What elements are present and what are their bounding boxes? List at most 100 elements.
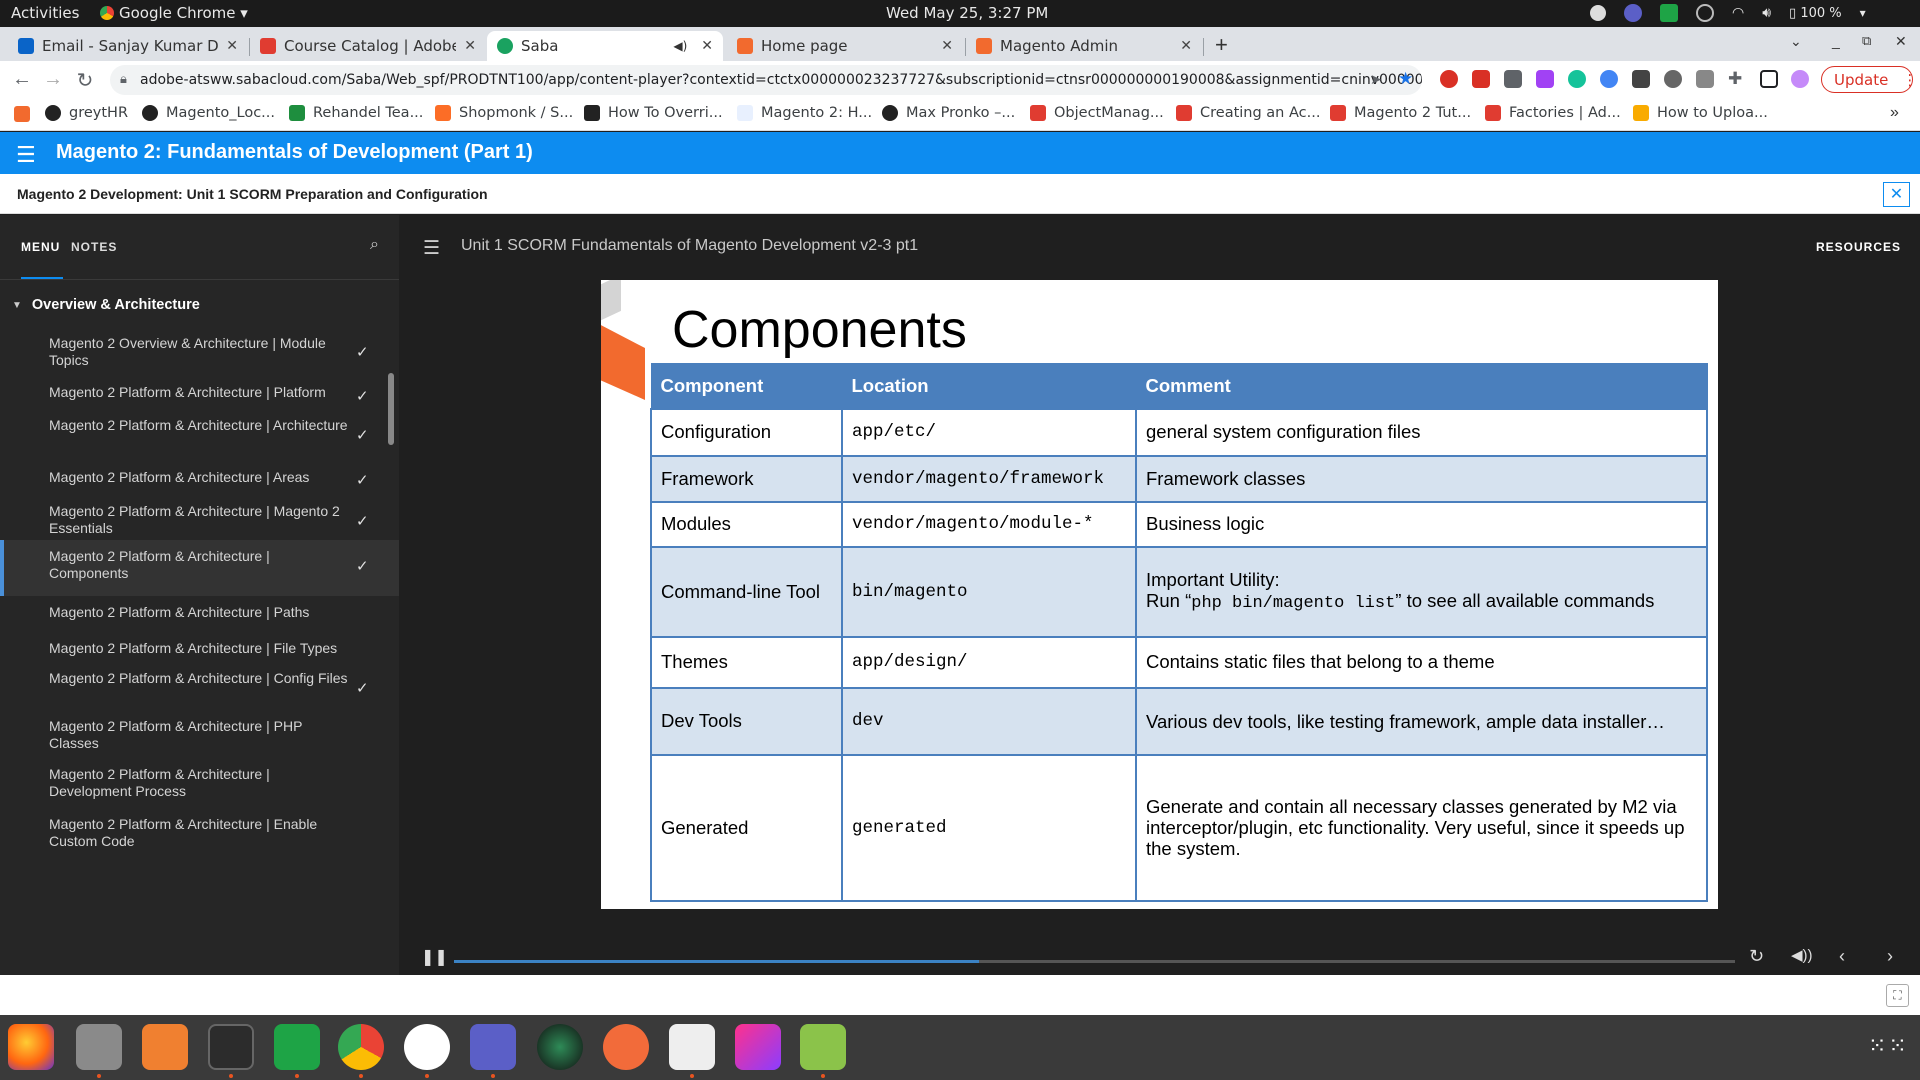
grammarly-icon[interactable]: [1568, 70, 1586, 88]
table-cell: Framework: [650, 454, 843, 503]
teams-tray-icon[interactable]: [1624, 4, 1642, 22]
bookmark-item[interactable]: Factories | Ad...: [1485, 105, 1621, 121]
tab-notes[interactable]: NOTES: [71, 240, 117, 254]
fullscreen-icon[interactable]: ⛶: [1886, 984, 1909, 1007]
extension-icon[interactable]: [1536, 70, 1554, 88]
extension-icon[interactable]: [1696, 70, 1714, 88]
back-button[interactable]: ←: [10, 68, 34, 91]
tab-home-page[interactable]: Home page ✕: [727, 31, 963, 61]
progress-track[interactable]: [454, 960, 1735, 963]
extension-icon[interactable]: [1600, 70, 1618, 88]
close-icon[interactable]: ✕: [226, 38, 238, 54]
tab-course-catalog[interactable]: Course Catalog | Adobe D ✕: [250, 31, 486, 61]
extensions-puzzle-icon[interactable]: ✚: [1728, 69, 1742, 89]
bookmark-item[interactable]: Magento 2 Tut...: [1330, 105, 1471, 121]
bookmark-item[interactable]: greytHR: [45, 105, 128, 121]
clock[interactable]: Wed May 25, 3:27 PM: [886, 4, 1048, 22]
bookmark-item[interactable]: Rehandel Tea...: [289, 105, 423, 121]
bookmark-item[interactable]: Magento 2: H...: [737, 105, 872, 121]
forward-button[interactable]: →: [41, 68, 65, 91]
activities-button[interactable]: Activities: [11, 4, 79, 22]
files-icon[interactable]: [76, 1024, 122, 1070]
firefox-icon[interactable]: [8, 1024, 54, 1070]
close-icon[interactable]: ✕: [1180, 38, 1192, 54]
power-menu-icon[interactable]: ▾: [1860, 6, 1866, 20]
sidebar-item[interactable]: Magento 2 Platform & Architecture | Deve…: [0, 758, 399, 814]
reload-button[interactable]: ↻: [73, 68, 97, 93]
bookmark-item[interactable]: Max Pronko –...: [882, 105, 1015, 121]
sidebar-item[interactable]: Magento 2 Platform & Architecture | Comp…: [0, 540, 399, 596]
bookmark-item[interactable]: How to Uploa...: [1633, 105, 1768, 121]
terminal-icon[interactable]: [208, 1024, 254, 1070]
tab-email[interactable]: Email - Sanjay Kumar Das ✕: [8, 31, 248, 61]
next-icon[interactable]: ›: [1887, 946, 1893, 967]
slack-icon[interactable]: [404, 1024, 450, 1070]
sidebar-item[interactable]: Magento 2 Platform & Architecture | Enab…: [0, 808, 399, 862]
tab-saba[interactable]: Saba ◀︎) ✕: [487, 31, 723, 61]
sidebar-item[interactable]: Magento 2 Platform & Architecture | PHP …: [0, 710, 399, 764]
side-panel-icon[interactable]: [1760, 70, 1778, 88]
sidebar-scrollbar[interactable]: [388, 373, 394, 445]
toc-menu-icon[interactable]: ☰: [423, 237, 440, 260]
extension-icon[interactable]: [1632, 70, 1650, 88]
previous-icon[interactable]: ‹: [1839, 946, 1845, 967]
restore-button[interactable]: ⧉: [1862, 33, 1871, 49]
wifi-icon[interactable]: ◠: [1732, 5, 1744, 21]
minimize-button[interactable]: _: [1832, 33, 1840, 49]
close-icon[interactable]: ✕: [941, 38, 953, 54]
sidebar-item[interactable]: Magento 2 Overview & Architecture | Modu…: [0, 327, 399, 381]
lock-icon[interactable]: 🔒︎: [120, 72, 127, 87]
bookmark-star-icon[interactable]: ★: [1398, 69, 1413, 89]
magento-icon[interactable]: [14, 106, 30, 122]
bookmark-item[interactable]: Creating an Ac...: [1176, 105, 1320, 121]
tab-magento-admin[interactable]: Magento Admin ✕: [966, 31, 1202, 61]
image-viewer-icon[interactable]: [800, 1024, 846, 1070]
pause-icon[interactable]: ❚❚: [421, 947, 448, 967]
extension-icon[interactable]: [1664, 70, 1682, 88]
hamburger-icon[interactable]: ☰: [16, 142, 36, 168]
extension-icon[interactable]: [1440, 70, 1458, 88]
chrome-icon[interactable]: [338, 1024, 384, 1070]
address-bar[interactable]: 🔒︎ adobe-atsww.sabacloud.com/Saba/Web_sp…: [110, 65, 1422, 95]
more-bookmarks-icon[interactable]: »: [1890, 104, 1899, 122]
bookmark-item[interactable]: How To Overri...: [584, 105, 723, 121]
app-menu[interactable]: Google Chrome ▾: [100, 4, 248, 22]
teams-icon[interactable]: [470, 1024, 516, 1070]
volume-icon[interactable]: ◀︎)): [1791, 946, 1813, 964]
bookmark-item[interactable]: Magento_Loc...: [142, 105, 275, 121]
bookmark-item[interactable]: ObjectManag...: [1030, 105, 1164, 121]
system-tray[interactable]: ◠ 🔊︎ ▯ 100 % ▾: [1590, 4, 1866, 22]
software-icon[interactable]: [142, 1024, 188, 1070]
close-icon[interactable]: ✕: [701, 38, 713, 54]
camera-icon[interactable]: [537, 1024, 583, 1070]
sync-tray-icon[interactable]: [1696, 4, 1714, 22]
tab-menu[interactable]: MENU: [21, 240, 60, 254]
table-cell: generated: [841, 753, 1137, 902]
avatar[interactable]: [1791, 70, 1809, 88]
audio-playing-icon[interactable]: ◀︎): [673, 39, 687, 53]
show-apps-icon[interactable]: ⁙⁙: [1868, 1033, 1909, 1059]
resources-button[interactable]: RESOURCES: [1816, 240, 1901, 254]
text-editor-icon[interactable]: [669, 1024, 715, 1070]
close-icon[interactable]: ✕: [464, 38, 476, 54]
slack-tray-icon[interactable]: [1590, 5, 1606, 21]
sidebar-item[interactable]: Magento 2 Platform & Architecture | Arch…: [0, 409, 399, 465]
send-tab-icon[interactable]: ➤: [1370, 71, 1382, 88]
search-icon[interactable]: ⌕: [370, 236, 379, 254]
chat-tray-icon[interactable]: [1660, 4, 1678, 22]
bookmark-item[interactable]: Shopmonk / S...: [435, 105, 573, 121]
new-tab-button[interactable]: +: [1215, 32, 1228, 58]
postman-icon[interactable]: [603, 1024, 649, 1070]
adblock-icon[interactable]: [1472, 70, 1490, 88]
chat-icon[interactable]: [274, 1024, 320, 1070]
close-player-button[interactable]: ✕: [1883, 182, 1910, 207]
phpstorm-icon[interactable]: [735, 1024, 781, 1070]
replay-icon[interactable]: ↻: [1749, 946, 1764, 967]
tab-search-button[interactable]: ⌄: [1790, 33, 1802, 50]
extension-icon[interactable]: [1504, 70, 1522, 88]
volume-icon[interactable]: 🔊︎: [1762, 5, 1771, 21]
section-header[interactable]: ▼ Overview & Architecture: [12, 297, 200, 313]
battery-icon[interactable]: ▯ 100 %: [1789, 6, 1842, 21]
update-button[interactable]: Update ⋮: [1821, 66, 1917, 93]
window-close-button[interactable]: ✕: [1895, 33, 1907, 50]
